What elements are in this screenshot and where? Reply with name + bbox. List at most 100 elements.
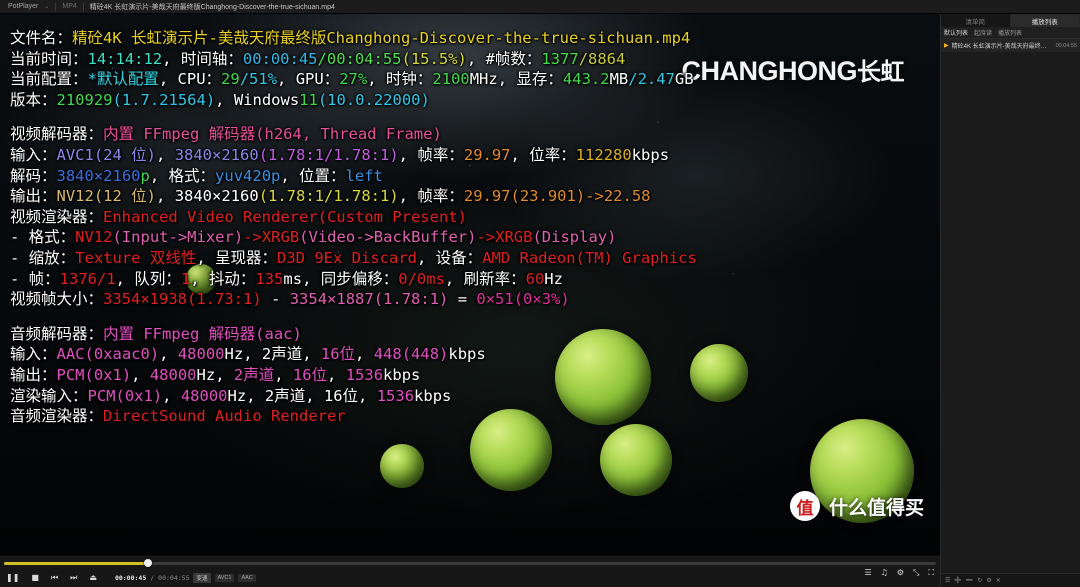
gear-icon[interactable]: ⚙ — [897, 569, 904, 577]
playlist-tool-order[interactable]: 起庌读 — [974, 28, 992, 37]
osd-line-audio-input: 输入：AAC(0xaac0), 48000Hz, 2声道, 16位, 448(4… — [10, 345, 486, 364]
add-icon[interactable]: ➕ — [954, 577, 961, 584]
playlist-tool-default-list[interactable]: 默认列表 — [944, 28, 968, 37]
chevron-down-icon[interactable]: ⌄ — [44, 3, 49, 10]
osd-line-render-input: 渲染输入：PCM(0x1), 48000Hz, 2声道, 16位, 1536kb… — [10, 386, 452, 405]
pause-button[interactable]: ❚❚ — [6, 573, 19, 582]
refresh-icon[interactable]: ↻ — [977, 577, 982, 584]
gear-icon[interactable]: ⚙ — [986, 577, 991, 584]
menu-icon[interactable]: ☰ — [945, 577, 950, 584]
osd-aout-codec: PCM(0x1) — [56, 365, 132, 384]
close-icon[interactable]: ✕ — [996, 577, 1001, 584]
osd-vin-fps: 29.97 — [463, 145, 511, 164]
resize-icon[interactable]: ⤡ — [913, 569, 919, 577]
osd-clock-label: 时钟： — [385, 70, 433, 89]
osd-vin-aspect: (1.78:1/1.78:1) — [258, 145, 399, 164]
time-display: 00:00:45 / 00:04:55 变速 AVC1 AAC — [114, 572, 256, 583]
osd-cpu-process: 29 — [221, 70, 240, 89]
osd-line-config: 当前配置：*默认配置, CPU：29/51%, GPU：27%, 时钟：2100… — [10, 70, 694, 89]
video-codec-chip[interactable]: AVC1 — [214, 573, 235, 582]
osd-line-video-decode: 解码：3840×2160p, 格式：yuv420p, 位置：left — [10, 166, 383, 185]
osd-aout-label: 输出： — [10, 365, 57, 384]
osd-vsize-a: 3354×1938 — [103, 290, 188, 309]
tab-filter-list[interactable]: 清单简 — [941, 14, 1011, 27]
video-object — [600, 424, 672, 496]
total-time: 00:04:55 — [158, 573, 190, 582]
playlist-icon[interactable]: ☰ — [864, 569, 871, 577]
divider — [82, 2, 84, 11]
osd-vr-frame-value: 1376/1 — [59, 269, 116, 288]
osd-cpu-total: /51% — [239, 70, 278, 89]
osd-vin-label: 输入： — [10, 145, 57, 164]
osd-vout-resolution: 3840×2160 — [174, 187, 259, 206]
title-filename: 精砼4K 长虹演示片-美哉天府最终版Changhong-Discover-the… — [89, 3, 335, 11]
osd-vin-resolution: 3840×2160 — [174, 145, 259, 164]
osd-adec-value: 内置 FFmpeg 解码器(aac) — [103, 324, 302, 343]
osd-vr-scale-value: Texture 双线性 — [75, 248, 197, 267]
osd-gpu-value: 27% — [339, 70, 368, 89]
video-object — [380, 444, 424, 488]
divider — [55, 2, 57, 11]
osd-os-version: 11 — [299, 90, 318, 109]
control-bar-right-buttons: ☰ ♫ ⚙ ⤡ ⛶ — [864, 569, 934, 577]
osd-vr-device-value: AMD Radeon(TM) Graphics — [482, 248, 697, 267]
playlist-toolbar: 默认列表 起庌读 播放列表 — [941, 27, 1080, 39]
seek-handle[interactable] — [144, 559, 153, 567]
playlist-item-duration: 00:04:55 — [1055, 42, 1077, 49]
osd-line-renderer-scale: - 缩放：Texture 双线性, 呈现器：D3D 9Ex Discard, 设… — [10, 248, 697, 267]
next-button[interactable]: ⏭ — [70, 573, 77, 582]
osd-vout-aspect: (1.78:1/1.78:1) — [258, 187, 399, 206]
osd-timeline-total: 00:04:55 — [326, 49, 402, 68]
osd-line-video-decoder: 视频解码器：内置 FFmpeg 解码器(h264, Thread Frame) — [10, 124, 910, 145]
osd-ain-channels: 2声道 — [261, 345, 303, 364]
osd-vr-jitter-value: 135 — [255, 269, 284, 288]
osd-line-time: 当前时间：14:14:12, 时间轴：00:00:45/00:04:55(15.… — [10, 49, 626, 68]
osd-timeline-label: 时间轴： — [180, 49, 243, 68]
osd-vdec-value: 内置 FFmpeg 解码器(h264, Thread Frame) — [103, 125, 442, 144]
osd-filename-value: 精砼4K 长虹演示片-美哉天府最终版Changhong-Discover-the… — [72, 29, 691, 47]
stop-button[interactable]: ■ — [31, 573, 39, 582]
playlist-footer: ☰ ➕ ➖ ↻ ⚙ ✕ — [941, 573, 1080, 587]
current-time: 00:00:45 — [114, 573, 147, 582]
osd-vr-queue-value: 1 — [180, 269, 191, 288]
osd-ain-label: 输入： — [10, 345, 57, 364]
osd-aout-channels: 2声道 — [233, 365, 275, 384]
osd-arend-value: DirectSound Audio Renderer — [103, 407, 346, 426]
osd-vout-codec: NV12(12 位) — [56, 187, 157, 206]
osd-info-overlay: 文件名：精砼4K 长虹演示片-美哉天府最终版Changhong-Discover… — [10, 28, 910, 427]
osd-frames-current: 1377 — [541, 49, 579, 68]
control-bar: ❚❚ ■ ⏮ ⏭ ⏏ 00:00:45 / 00:04:55 变速 AVC1 A… — [0, 555, 940, 587]
osd-aout-bitdepth: 16位 — [292, 365, 328, 384]
equalizer-icon[interactable]: ♫ — [881, 569, 888, 577]
remove-icon[interactable]: ➖ — [966, 577, 973, 584]
playlist-item-name: 精砼4K 长虹演示片-美哉天府最终版Ch... — [951, 44, 1053, 50]
osd-vr-format-b: XRGB — [261, 228, 300, 247]
list-item[interactable]: ▶ 精砼4K 长虹演示片-美哉天府最终版Ch... 00:04:55 — [941, 39, 1080, 52]
osd-timeline-current: 00:00:45 — [242, 49, 318, 68]
audio-codec-chip[interactable]: AAC — [238, 573, 256, 582]
previous-button[interactable]: ⏮ — [51, 573, 58, 582]
osd-line-video-output: 输出：NV12(12 位), 3840×2160(1.78:1/1.78:1),… — [10, 187, 651, 206]
eject-button[interactable]: ⏏ — [89, 573, 97, 582]
osd-vdecode-label: 解码： — [10, 166, 57, 185]
osd-version-number: (1.7.21564) — [112, 90, 216, 109]
osd-frames-total: /8864 — [578, 49, 626, 68]
video-surface[interactable]: CHANGHONG长虹 值 什么值得买 文件名：精砼4K 长虹演示片-美哉天府最… — [0, 14, 940, 555]
tab-playlist[interactable]: 播放列表 — [1010, 14, 1080, 27]
speed-chip[interactable]: 变速 — [193, 572, 211, 583]
seek-bar[interactable] — [4, 558, 936, 568]
osd-arin-bitrate: 1536 — [376, 386, 415, 405]
osd-ain-samplerate: 48000 — [177, 345, 225, 364]
zdm-text: 什么值得买 — [828, 497, 924, 519]
playlist-tool-list[interactable]: 播放列表 — [998, 28, 1022, 37]
osd-cpu-label: CPU： — [177, 70, 222, 89]
seek-progress — [4, 562, 149, 565]
osd-ain-bitdepth: 16位 — [320, 345, 356, 364]
osd-line-video-renderer: 视频渲染器：Enhanced Video Renderer(Custom Pre… — [10, 207, 910, 228]
osd-arin-codec: PCM(0x1) — [87, 386, 163, 405]
osd-os-build: (10.0.22000) — [317, 90, 430, 109]
osd-config-label: 当前配置： — [10, 70, 88, 89]
fullscreen-icon[interactable]: ⛶ — [928, 569, 934, 577]
osd-line-filename: 文件名：精砼4K 长虹演示片-美哉天府最终版Changhong-Discover… — [10, 28, 910, 49]
